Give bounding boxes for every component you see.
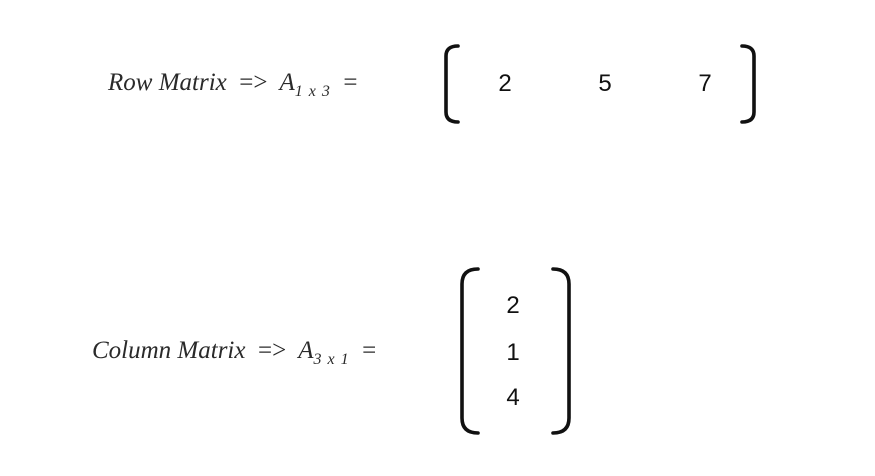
column-matrix-entry-3: 4 [506,384,520,411]
row-matrix-right-bracket [740,44,756,124]
row-matrix-label: Row Matrix => A1 x 3 = [108,69,358,100]
column-matrix-symbol: A [298,337,314,364]
row-matrix-entry-3: 7 [698,70,712,97]
row-matrix-left-bracket [444,44,460,124]
column-matrix-left-bracket [460,267,480,435]
column-matrix-entry-1: 2 [506,292,520,319]
row-matrix-arrow: => [239,69,268,96]
column-matrix-right-bracket [551,267,571,435]
column-matrix-dimensions: 3 x 1 [313,351,350,368]
column-matrix-equals: = [362,337,377,364]
column-matrix-title: Column Matrix [92,337,246,364]
column-matrix-label: Column Matrix => A3 x 1 = [92,337,377,368]
column-matrix-entry-2: 1 [506,339,520,366]
row-matrix-entry-1: 2 [498,70,512,97]
row-matrix-entry-2: 5 [598,70,612,97]
row-matrix-equals: = [343,69,358,96]
row-matrix-symbol: A [279,69,295,96]
column-matrix-arrow: => [257,337,287,364]
row-matrix-dimensions: 1 x 3 [294,83,331,100]
row-matrix-title: Row Matrix [108,69,227,96]
